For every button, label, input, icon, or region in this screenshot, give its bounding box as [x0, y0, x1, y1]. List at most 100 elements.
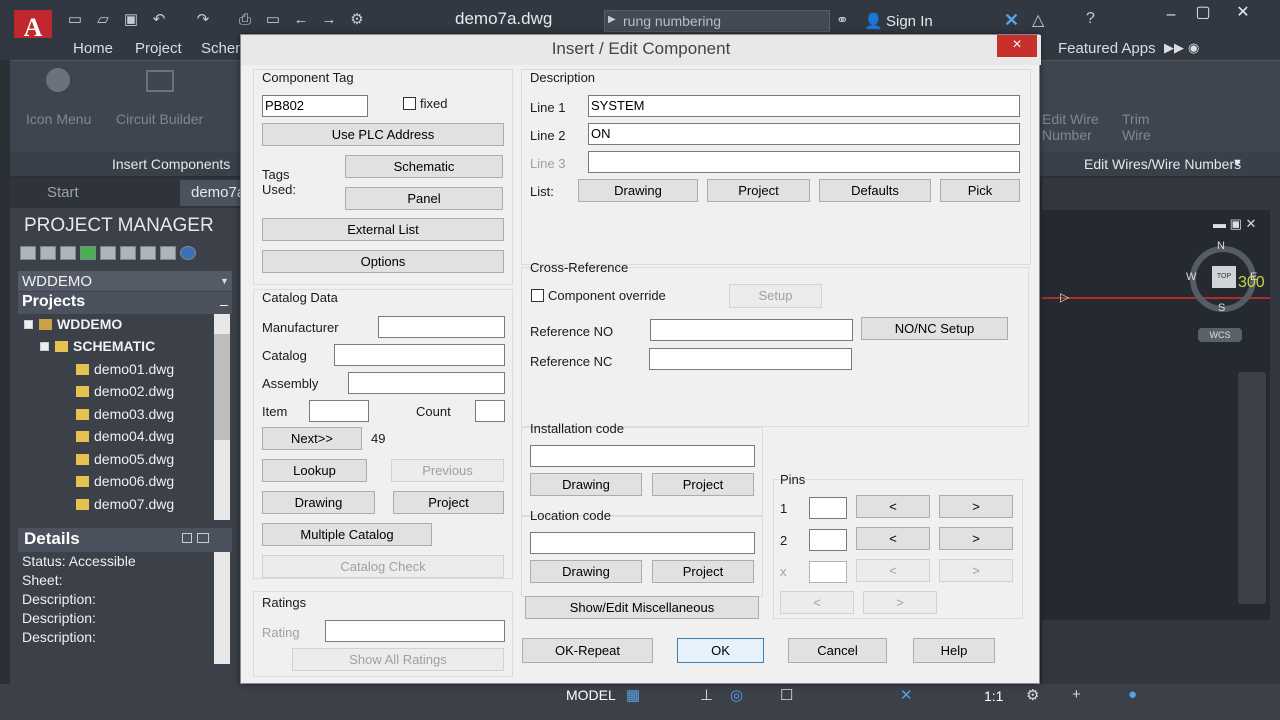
new-icon[interactable]: ▭ [66, 12, 84, 28]
icon-menu-button[interactable]: Icon Menu [26, 111, 91, 127]
use-plc-address-button[interactable]: Use PLC Address [262, 123, 504, 146]
binoculars-icon[interactable]: ⚭ [836, 11, 849, 29]
group-edit-wires[interactable]: Edit Wires/Wire Numbers [1084, 156, 1241, 172]
line3-input[interactable] [588, 151, 1020, 173]
annotation-icon[interactable]: ✕ [900, 686, 913, 704]
show-edit-miscellaneous-button[interactable]: Show/Edit Miscellaneous [525, 596, 759, 619]
catalog-input[interactable] [334, 344, 505, 366]
tree-file[interactable]: demo01.dwg [76, 361, 174, 383]
details-view-icon[interactable] [182, 533, 192, 543]
item-input[interactable] [309, 400, 369, 422]
scale-select[interactable]: 1:1 [984, 688, 1003, 704]
settings-icon[interactable]: ⚙ [348, 12, 366, 28]
tree-file[interactable]: demo05.dwg [76, 451, 174, 473]
maximize-button[interactable]: ▢ [1190, 2, 1216, 22]
exchange-icon[interactable]: ✕ [1004, 10, 1019, 31]
add-icon[interactable]: + [1072, 686, 1081, 703]
navigation-bar[interactable] [1238, 372, 1266, 604]
model-toggle[interactable]: MODEL [566, 687, 616, 703]
ribbon-toggle-icon[interactable]: ◉ [1188, 40, 1199, 56]
show-all-ratings-button[interactable]: Show All Ratings [292, 648, 504, 671]
tree-file[interactable]: demo06.dwg [76, 473, 174, 495]
tree-file[interactable]: demo02.dwg [76, 383, 174, 405]
task-list-icon[interactable] [120, 246, 136, 260]
tree-file[interactable]: demo04.dwg [76, 428, 174, 450]
description-project-button[interactable]: Project [707, 179, 810, 202]
catalog-project-button[interactable]: Project [393, 491, 504, 514]
print-icon[interactable]: ⎙ [236, 12, 254, 28]
edit-wire-number-button[interactable]: Edit Wire Number [1042, 111, 1102, 143]
tree-file[interactable]: demo03.dwg [76, 406, 174, 428]
installation-code-input[interactable] [530, 445, 755, 467]
forward-icon[interactable]: → [320, 12, 338, 28]
manufacturer-input[interactable] [378, 316, 505, 338]
pin-2-next-button[interactable]: > [939, 527, 1013, 550]
close-window-button[interactable]: ✕ [1230, 2, 1256, 22]
help-icon[interactable] [180, 246, 196, 260]
close-button[interactable]: × [997, 35, 1037, 57]
component-tag-input[interactable]: PB802 [262, 95, 368, 117]
app-store-icon[interactable]: △ [1032, 10, 1044, 30]
pins-scroll-prev-button[interactable]: < [780, 591, 854, 614]
snap-icon[interactable]: ⊥ [700, 686, 713, 704]
pin-1-prev-button[interactable]: < [856, 495, 930, 518]
reference-no-input[interactable] [650, 319, 853, 341]
schematic-button[interactable]: Schematic [345, 155, 503, 178]
chevron-down-icon[interactable]: ▼ [220, 276, 229, 286]
pick-button[interactable]: Pick [940, 179, 1020, 202]
defaults-button[interactable]: Defaults [819, 179, 931, 202]
count-input[interactable] [475, 400, 505, 422]
rating-input[interactable] [325, 620, 505, 642]
ok-repeat-button[interactable]: OK-Repeat [522, 638, 653, 663]
undo-icon[interactable]: ↶ [150, 12, 168, 28]
group-insert-components[interactable]: Insert Components [112, 156, 230, 172]
trim-wire-button[interactable]: Trim Wire [1122, 111, 1162, 143]
polar-icon[interactable]: ◎ [730, 686, 743, 704]
expand-icon[interactable] [40, 342, 49, 351]
pin-x-prev-button[interactable]: < [856, 559, 930, 582]
help-icon[interactable]: ? [1086, 10, 1095, 28]
preview-icon[interactable] [197, 533, 209, 543]
tree-root[interactable]: WDDEMO [24, 316, 122, 338]
fixed-checkbox[interactable] [403, 97, 416, 110]
expand-tabs-icon[interactable]: ▶▶ [1164, 40, 1184, 56]
save-icon[interactable]: ▣ [122, 12, 140, 28]
component-override-checkbox[interactable] [531, 289, 544, 302]
assembly-input[interactable] [348, 372, 505, 394]
previous-button[interactable]: Previous [391, 459, 504, 482]
publish-icon[interactable] [140, 246, 156, 260]
tab-start[interactable]: Start [47, 184, 79, 201]
tree-file[interactable]: demo07.dwg [76, 496, 174, 518]
expand-icon[interactable] [24, 320, 33, 329]
wcs-menu[interactable]: WCS [1198, 328, 1242, 342]
panel-button[interactable]: Panel [345, 187, 503, 210]
installation-drawing-button[interactable]: Drawing [530, 473, 642, 496]
tree-folder[interactable]: SCHEMATIC [40, 338, 155, 360]
refresh-icon[interactable] [80, 246, 96, 260]
minimize-button[interactable]: – [1158, 6, 1184, 26]
redo-icon[interactable]: ↷ [194, 12, 212, 28]
location-code-input[interactable] [530, 532, 755, 554]
installation-project-button[interactable]: Project [652, 473, 754, 496]
description-drawing-button[interactable]: Drawing [578, 179, 698, 202]
close-project-icon[interactable] [60, 246, 76, 260]
options-button[interactable]: Options [262, 250, 504, 273]
gear-icon[interactable]: ⚙ [1026, 686, 1039, 704]
nonc-setup-button[interactable]: NO/NC Setup [861, 317, 1008, 340]
pin-2-prev-button[interactable]: < [856, 527, 930, 550]
grid-icon[interactable]: ▦ [626, 686, 640, 704]
external-list-button[interactable]: External List [262, 218, 504, 241]
collapse-icon[interactable]: – [220, 296, 228, 312]
back-icon[interactable]: ← [292, 12, 310, 28]
reference-nc-input[interactable] [649, 348, 852, 370]
location-project-button[interactable]: Project [652, 560, 754, 583]
project-select[interactable]: WDDEMO [18, 271, 232, 291]
details-scrollbar[interactable] [214, 552, 230, 664]
viewcube-top[interactable]: TOP [1212, 266, 1236, 288]
search-input[interactable]: rung numbering [604, 10, 830, 32]
properties-icon[interactable] [100, 246, 116, 260]
pins-scroll-next-button[interactable]: > [863, 591, 937, 614]
pin-x-input[interactable] [809, 561, 847, 583]
pin-2-input[interactable] [809, 529, 847, 551]
open-project-icon[interactable] [20, 246, 36, 260]
